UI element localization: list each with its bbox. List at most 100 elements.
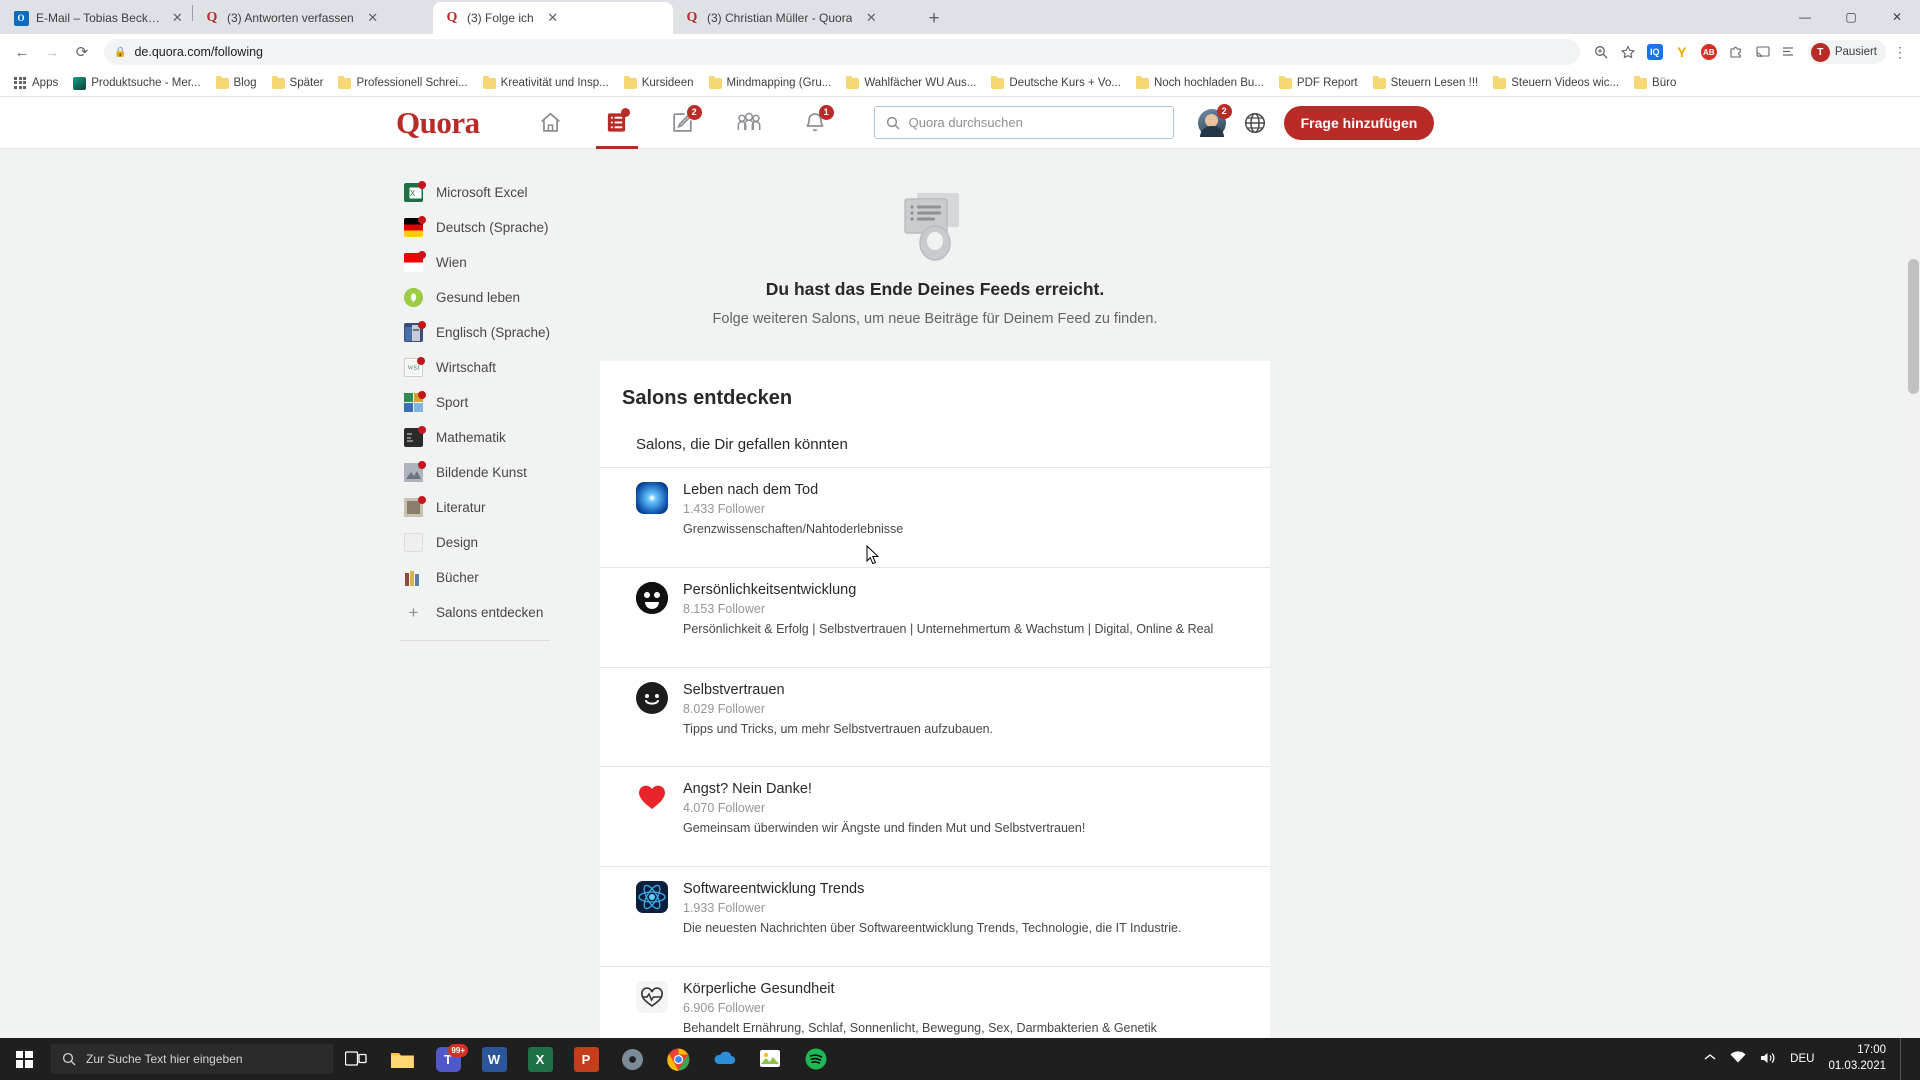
tab-close-icon[interactable]: ✕ [863, 10, 879, 26]
bookmark-steuern-lesen[interactable]: Steuern Lesen !!! [1367, 75, 1485, 91]
salon-list-item[interactable]: Softwareentwicklung Trends 1.933 Followe… [600, 866, 1270, 952]
browser-tab-antworten[interactable]: Q (3) Antworten verfassen ✕ [193, 2, 433, 34]
chevron-up-icon[interactable] [1704, 1053, 1716, 1065]
bookmark-wahlfaecher[interactable]: Wahlfächer WU Aus... [840, 75, 982, 91]
disc-icon[interactable] [609, 1038, 655, 1080]
salon-name[interactable]: Selbstvertrauen [683, 682, 993, 698]
puzzle-extension-icon[interactable] [1723, 39, 1749, 65]
iq-extension-icon[interactable]: IQ [1642, 39, 1668, 65]
windows-start-icon[interactable] [0, 1038, 48, 1080]
browser-tab-outlook[interactable]: O E-Mail – Tobias Becker – Outlook ✕ [2, 2, 192, 34]
sidebar-item-buecher[interactable]: Bücher [400, 560, 600, 595]
word-icon[interactable]: W [471, 1038, 517, 1080]
tab-close-icon[interactable]: ✕ [545, 10, 561, 26]
sidebar-item-microsoft-excel[interactable]: X Microsoft Excel [400, 175, 600, 210]
close-window-button[interactable]: ✕ [1874, 10, 1920, 24]
network-icon[interactable] [1730, 1051, 1746, 1067]
nav-feed[interactable] [584, 97, 650, 149]
user-avatar[interactable]: 2 [1197, 103, 1232, 137]
sidebar-item-wien[interactable]: Wien [400, 245, 600, 280]
salon-name[interactable]: Körperliche Gesundheit [683, 981, 1157, 997]
bookmark-deutsche-kurs[interactable]: Deutsche Kurs + Vo... [985, 75, 1127, 91]
onedrive-icon[interactable] [701, 1038, 747, 1080]
spotify-icon[interactable] [793, 1038, 839, 1080]
salon-name[interactable]: Softwareentwicklung Trends [683, 881, 1181, 897]
bookmark-professionell-schreiben[interactable]: Professionell Schrei... [332, 75, 473, 91]
maximize-button[interactable]: ▢ [1828, 10, 1874, 24]
taskbar-search-input[interactable]: Zur Suche Text hier eingeben [51, 1044, 333, 1074]
globe-icon[interactable] [1243, 111, 1267, 135]
adblock-extension-icon[interactable]: AB [1696, 39, 1722, 65]
reload-button[interactable]: ⟳ [68, 38, 96, 66]
minimize-button[interactable]: — [1782, 10, 1828, 24]
salon-list-item[interactable]: Leben nach dem Tod 1.433 Follower Grenzw… [600, 467, 1270, 553]
profile-button[interactable]: T Pausiert [1807, 40, 1886, 64]
salon-list-item[interactable]: Selbstvertrauen 8.029 Follower Tipps und… [600, 666, 1270, 753]
powerpoint-icon[interactable]: P [563, 1038, 609, 1080]
add-question-button[interactable]: Frage hinzufügen [1283, 105, 1435, 140]
bookmark-kursideen[interactable]: Kursideen [618, 75, 700, 91]
yandex-extension-icon[interactable]: Y [1669, 39, 1695, 65]
zoom-in-icon[interactable] [1588, 39, 1614, 65]
photos-icon[interactable] [747, 1038, 793, 1080]
bookmark-produktsuche[interactable]: Produktsuche - Mer... [67, 75, 206, 92]
forward-button[interactable]: → [38, 38, 66, 66]
show-desktop-button[interactable] [1900, 1038, 1907, 1080]
back-button[interactable]: ← [8, 38, 36, 66]
sidebar-item-design[interactable]: Design [400, 525, 600, 560]
browser-tab-folge-ich[interactable]: Q (3) Folge ich ✕ [433, 2, 673, 34]
sidebar-discover-salons[interactable]: + Salons entdecken [400, 595, 600, 630]
file-explorer-icon[interactable] [379, 1038, 425, 1080]
bookmark-steuern-videos[interactable]: Steuern Videos wic... [1487, 75, 1625, 91]
nav-spaces[interactable] [716, 97, 782, 149]
tab-close-icon[interactable]: ✕ [172, 10, 183, 26]
chrome-icon[interactable] [655, 1038, 701, 1080]
sidebar-item-englisch[interactable]: Englisch (Sprache) [400, 315, 600, 350]
sidebar-item-literatur[interactable]: Literatur [400, 490, 600, 525]
quora-search-input[interactable]: Quora durchsuchen [873, 106, 1174, 139]
task-view-icon[interactable] [333, 1038, 379, 1080]
browser-tab-christian-mueller[interactable]: Q (3) Christian Müller - Quora ✕ [673, 2, 913, 34]
language-indicator[interactable]: DEU [1790, 1053, 1814, 1065]
sidebar-item-gesund-leben[interactable]: Gesund leben [400, 280, 600, 315]
quora-logo[interactable]: Quora [396, 105, 480, 141]
bookmark-blog[interactable]: Blog [210, 75, 263, 91]
bookmark-noch-hochladen[interactable]: Noch hochladen Bu... [1130, 75, 1270, 91]
bookmark-pdf-report[interactable]: PDF Report [1273, 75, 1364, 91]
nav-answer[interactable]: 2 [650, 97, 716, 149]
volume-icon[interactable] [1760, 1051, 1776, 1068]
salon-list-item[interactable]: Körperliche Gesundheit 6.906 Follower Be… [600, 965, 1270, 1038]
salon-list-item[interactable]: Angst? Nein Danke! 4.070 Follower Gemein… [600, 766, 1270, 852]
new-tab-button[interactable]: + [921, 9, 947, 28]
chrome-menu-button[interactable]: ⋮ [1888, 45, 1912, 59]
page-scrollbar-track[interactable] [1906, 149, 1920, 1038]
page-scrollbar-thumb[interactable] [1908, 259, 1919, 394]
sidebar-item-wirtschaft[interactable]: WSJ Wirtschaft [400, 350, 600, 385]
clock[interactable]: 17:00 01.03.2021 [1828, 1043, 1886, 1074]
bookmark-spaeter[interactable]: Später [266, 75, 330, 91]
sidebar-item-bildende-kunst[interactable]: Bildende Kunst [400, 455, 600, 490]
salon-name[interactable]: Persönlichkeitsentwicklung [683, 582, 1213, 598]
discover-subheading: Salons, die Dir gefallen könnten [636, 436, 848, 453]
salon-name[interactable]: Angst? Nein Danke! [683, 781, 1085, 797]
bookmark-star-icon[interactable] [1615, 39, 1641, 65]
salon-list-item[interactable]: Persönlichkeitsentwicklung 8.153 Followe… [600, 566, 1270, 653]
cast-icon[interactable] [1750, 39, 1776, 65]
sidebar-item-mathematik[interactable]: Mathematik [400, 420, 600, 455]
teams-icon[interactable]: T 99+ [425, 1038, 471, 1080]
salon-name[interactable]: Leben nach dem Tod [683, 482, 903, 498]
excel-icon[interactable]: X [517, 1038, 563, 1080]
nav-home[interactable] [518, 97, 584, 149]
bookmark-mindmapping[interactable]: Mindmapping (Gru... [703, 75, 838, 91]
browser-toolbar: ← → ⟳ 🔒 de.quora.com/following IQ Y AB T… [0, 34, 1920, 70]
address-bar[interactable]: 🔒 de.quora.com/following [104, 39, 1580, 65]
bookmark-kreativitaet[interactable]: Kreativität und Insp... [477, 75, 615, 91]
bookmark-apps[interactable]: Apps [8, 75, 64, 92]
plus-icon: + [408, 603, 419, 622]
sidebar-item-sport[interactable]: Sport [400, 385, 600, 420]
sidebar-item-deutsch[interactable]: Deutsch (Sprache) [400, 210, 600, 245]
bookmark-buero[interactable]: Büro [1628, 75, 1682, 91]
reading-list-icon[interactable] [1777, 39, 1803, 65]
nav-notifications[interactable]: 1 [782, 97, 848, 149]
tab-close-icon[interactable]: ✕ [365, 10, 381, 26]
